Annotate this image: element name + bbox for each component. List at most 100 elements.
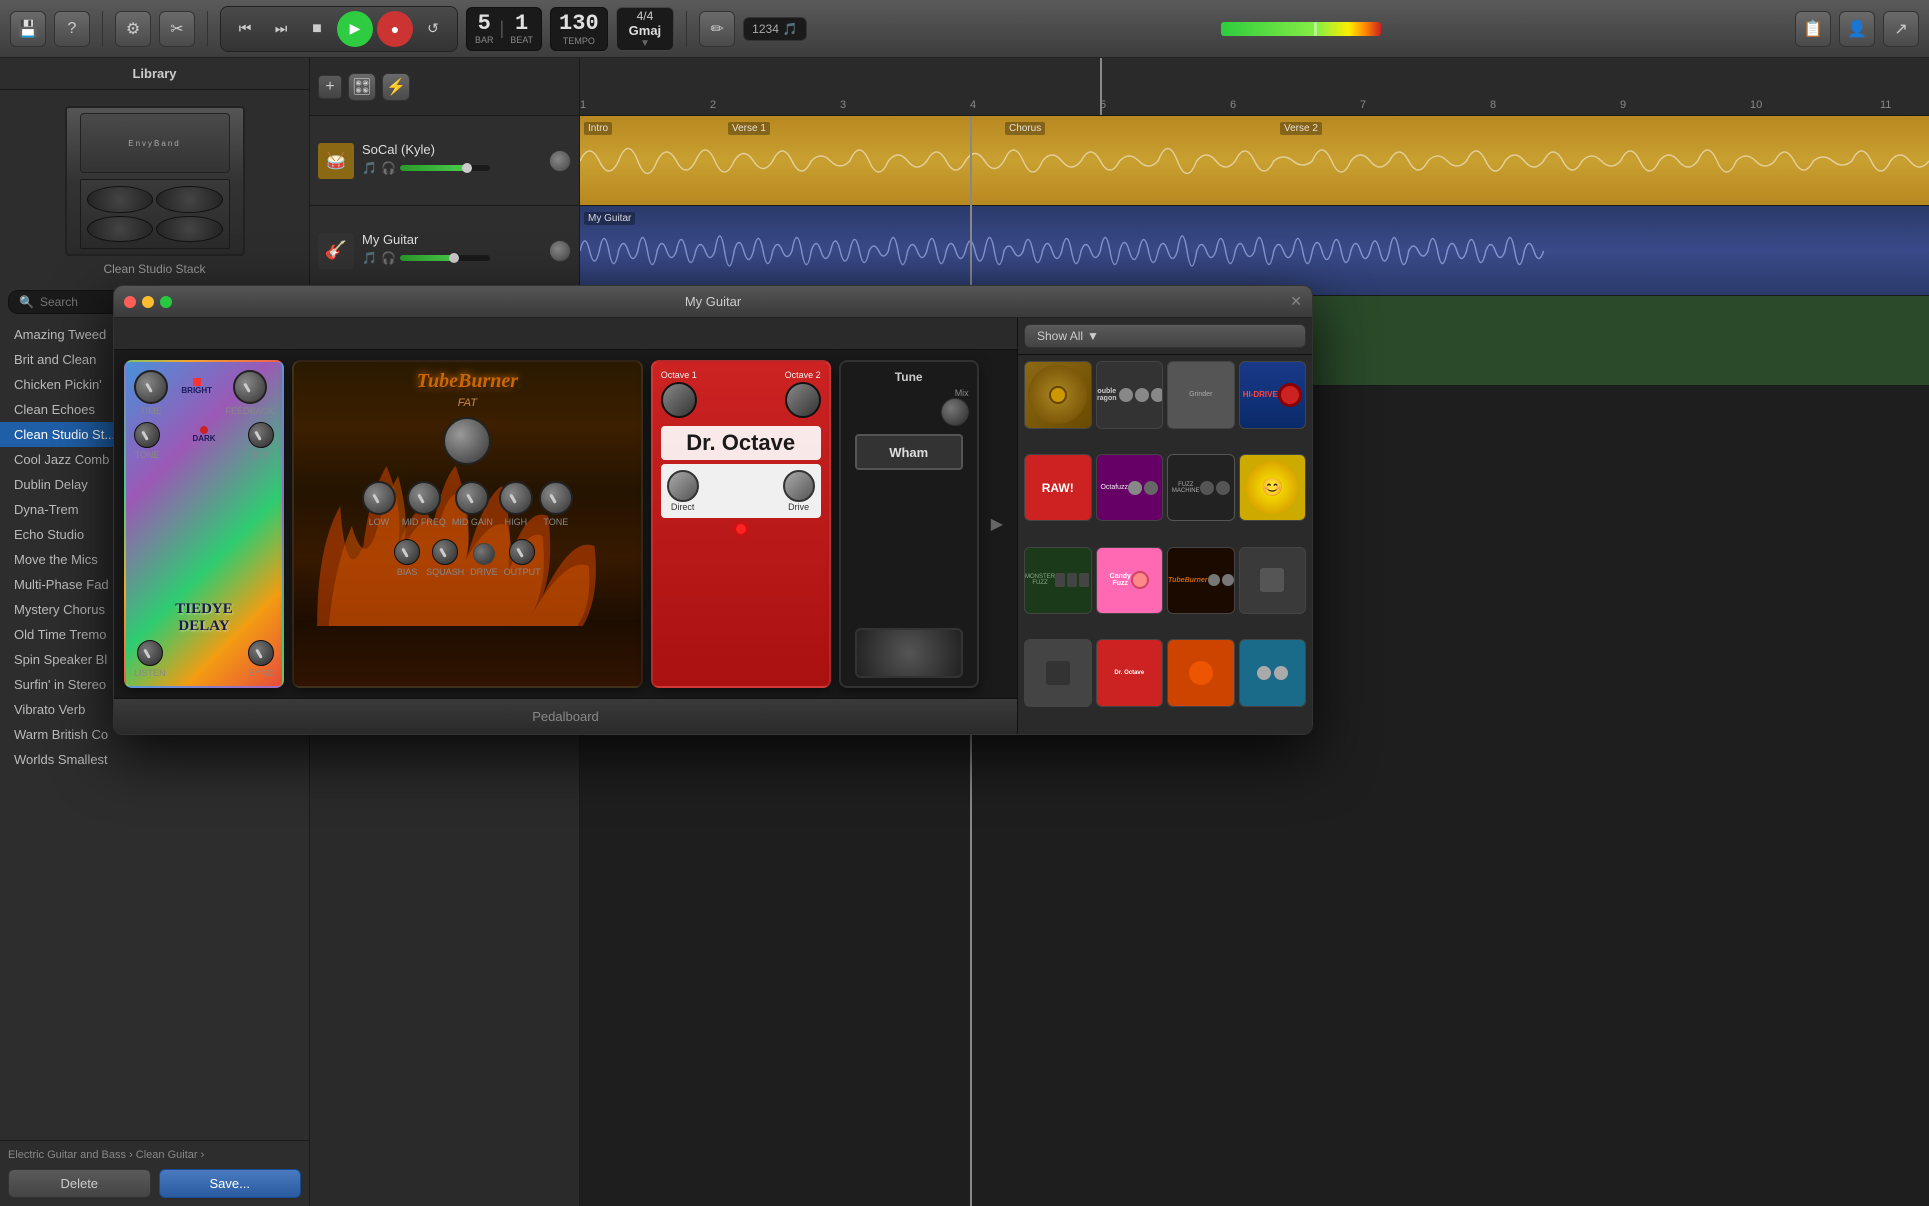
listen-knob[interactable] [137, 640, 163, 666]
solo-icon-2[interactable]: 🎧 [381, 251, 396, 265]
bias-knob[interactable] [394, 539, 420, 565]
rewind-button[interactable]: ⏮ [229, 13, 261, 45]
high-knob[interactable] [499, 481, 533, 515]
drive-label: DRIVE [470, 567, 498, 577]
midgain-knob[interactable] [455, 481, 489, 515]
drive-knob[interactable] [473, 543, 495, 565]
mute-icon-2[interactable]: 🎵 [362, 251, 377, 265]
smart-controls-icon[interactable]: 🎛 [348, 73, 376, 101]
effect-grinder[interactable]: Grinder [1167, 361, 1235, 429]
score-icon[interactable]: 📋 [1795, 11, 1831, 47]
minimize-traffic-light[interactable] [142, 296, 154, 308]
squash-knob[interactable] [432, 539, 458, 565]
track-fader-guitar[interactable] [400, 255, 490, 261]
master-volume[interactable] [1221, 22, 1381, 36]
effect-pedal-12[interactable] [1239, 547, 1307, 615]
guitar-waveform-lines [580, 216, 1929, 285]
bias-knob-group: BIAS [394, 539, 420, 577]
show-all-button[interactable]: Show All ▼ [1024, 324, 1306, 348]
preset-item[interactable]: Worlds Smallest [0, 747, 309, 772]
modal-close-right[interactable]: ✕ [1290, 293, 1302, 310]
next-arrow[interactable]: ▶ [987, 360, 1007, 688]
track-volume-guitar[interactable] [549, 240, 571, 262]
droctave-pedal[interactable]: Octave 1 Octave 2 Dr. Octave [651, 360, 831, 688]
fat-knob[interactable] [443, 417, 491, 465]
close-traffic-light[interactable] [124, 296, 136, 308]
effect-pedal-1[interactable] [1024, 361, 1092, 429]
forward-button[interactable]: ⏭ [265, 13, 297, 45]
pedal-16-knobs [1257, 666, 1288, 680]
tone-knob[interactable] [134, 422, 160, 448]
effect-octafuzz[interactable]: Octafuzz [1096, 454, 1164, 522]
oct2-knob[interactable] [785, 382, 821, 418]
maximize-traffic-light[interactable] [160, 296, 172, 308]
wham-button[interactable]: Wham [855, 434, 963, 470]
effect-tubeburner-2[interactable]: TubeBurner [1167, 547, 1235, 615]
tb-tone-knob[interactable] [539, 481, 573, 515]
track-fader-socal[interactable] [400, 165, 490, 171]
wham-pedal-base[interactable] [855, 628, 963, 678]
fm-k2 [1216, 481, 1230, 495]
effect-pedal-15[interactable] [1167, 639, 1235, 707]
breadcrumb-1[interactable]: Electric Guitar and Bass [8, 1149, 126, 1161]
mix-knob[interactable] [248, 422, 274, 448]
output-knob-group: OUTPUT [504, 539, 541, 577]
save-button[interactable]: Save... [159, 1169, 302, 1198]
low-knob[interactable] [362, 481, 396, 515]
oct1-knob[interactable] [661, 382, 697, 418]
record-button[interactable]: ● [377, 11, 413, 47]
mix-label-wham: Mix [955, 388, 969, 398]
tubeburner-pedal[interactable]: TubeBurner FAT LOW MID FREQ [292, 360, 643, 688]
search-icon: 🔍 [19, 295, 34, 309]
mix-knob-wham[interactable] [941, 398, 969, 426]
share-icon[interactable]: ↗ [1883, 11, 1919, 47]
pencil-tool[interactable]: ✏ [699, 11, 735, 47]
effect-double-dragon[interactable]: Double Dragon [1096, 361, 1164, 429]
stop-button[interactable]: ■ [301, 13, 333, 45]
effect-pedal-13[interactable] [1024, 639, 1092, 707]
key-dropdown[interactable]: ▼ [640, 38, 650, 49]
effect-monster-fuzz[interactable]: MONSTER FUZZ [1024, 547, 1092, 615]
ruler-7: 7 [1360, 99, 1366, 111]
play-button[interactable]: ▶ [337, 11, 373, 47]
tiedye-delay-pedal[interactable]: TIME BRIGHT FEEDBACK [124, 360, 284, 688]
effect-fuzz-machine[interactable]: FUZZMACHINE [1167, 454, 1235, 522]
effect-dr-octave-thumb[interactable]: Dr. Octave [1096, 639, 1164, 707]
waveform-guitar[interactable]: My Guitar [580, 206, 1929, 296]
tubeburner-top-knobs: LOW MID FREQ MID GAIN HIGH [362, 481, 573, 527]
waveform-socal[interactable]: Intro Verse 1 Chorus Verse 2 [580, 116, 1929, 206]
feedback-knob[interactable] [233, 370, 267, 404]
delete-button[interactable]: Delete [8, 1169, 151, 1198]
effect-happy-fuzz[interactable]: 😊 [1239, 454, 1307, 522]
add-track-button[interactable]: + [318, 75, 342, 99]
direct-knob[interactable] [667, 470, 699, 502]
user-icon[interactable]: 👤 [1839, 11, 1875, 47]
track-volume-socal[interactable] [549, 150, 571, 172]
led-red [736, 524, 746, 534]
tempo-value: 130 [559, 11, 599, 36]
settings-icon[interactable]: ⚙ [115, 11, 151, 47]
effect-hidrive[interactable]: HI-DRIVE [1239, 361, 1307, 429]
time-knob[interactable] [134, 370, 168, 404]
effect-pedal-16[interactable] [1239, 639, 1307, 707]
output-knob[interactable] [509, 539, 535, 565]
editor-icon[interactable]: ⚡ [382, 73, 410, 101]
tempo-display[interactable]: 130 TEMPO [550, 7, 608, 51]
sync-knob[interactable] [248, 640, 274, 666]
candy-fuzz-knob [1131, 571, 1149, 589]
count-display: 1234 🎵 [743, 17, 807, 41]
cut-icon[interactable]: ✂ [159, 11, 195, 47]
midfreq-knob[interactable] [407, 481, 441, 515]
mute-icon[interactable]: 🎵 [362, 161, 377, 175]
effect-candy-fuzz[interactable]: CandyFuzz [1096, 547, 1164, 615]
cycle-button[interactable]: ↺ [417, 13, 449, 45]
help-icon[interactable]: ? [54, 11, 90, 47]
save-icon[interactable]: 💾 [10, 11, 46, 47]
breadcrumb-2[interactable]: Clean Guitar [136, 1149, 198, 1161]
solo-icon[interactable]: 🎧 [381, 161, 396, 175]
key-display[interactable]: 4/4 Gmaj ▼ [616, 7, 675, 51]
do-drive-knob[interactable] [783, 470, 815, 502]
wham-pedal[interactable]: Tune Mix Wham [839, 360, 979, 688]
effect-raw[interactable]: RAW! [1024, 454, 1092, 522]
pedals-area: TIME BRIGHT FEEDBACK [114, 350, 1017, 698]
